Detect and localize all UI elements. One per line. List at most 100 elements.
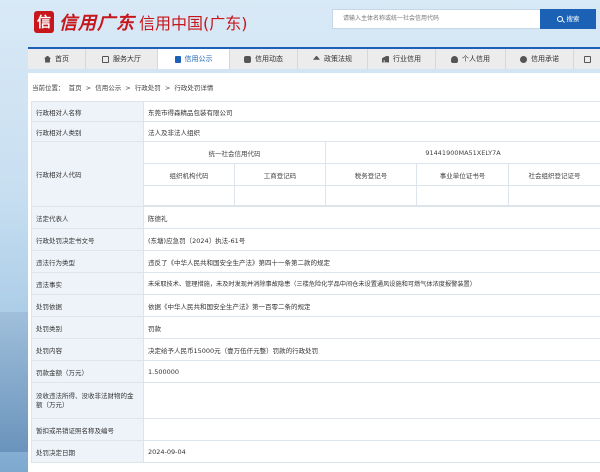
nav-item-share[interactable] bbox=[574, 49, 600, 69]
nav-item-home[interactable]: 首页 bbox=[28, 49, 86, 69]
legal-rep-label: 法定代表人 bbox=[31, 206, 144, 229]
nav-label: 个人信用 bbox=[462, 55, 490, 63]
table-row: 行政相对人代码 统一社会信用代码 91441900MA51XELY7A bbox=[31, 141, 600, 207]
user-icon bbox=[451, 55, 458, 63]
facts-label: 违法事实 bbox=[31, 272, 144, 295]
breadcrumb-separator: > bbox=[125, 84, 131, 92]
grid-icon bbox=[102, 55, 109, 63]
confiscate-label: 没收违法所得、没收非法财物的金额（万元） bbox=[31, 382, 144, 419]
table-row: 没收违法所得、没收非法财物的金额（万元） bbox=[31, 382, 600, 419]
tax-reg-value bbox=[325, 185, 417, 206]
org-code-value bbox=[143, 185, 235, 206]
amount-value: 1.500000 bbox=[142, 360, 600, 383]
amount-label: 罚款金额（万元） bbox=[31, 360, 144, 383]
name-value: 东莞市得森精品包装有限公司 bbox=[142, 101, 600, 122]
message-icon bbox=[244, 55, 251, 63]
table-row: 违法事实 未采取技术、管理措施，未及时发现并消除事故隐患（三楼危险化学品中间仓未… bbox=[31, 272, 600, 295]
nav-label: 信用公示 bbox=[184, 55, 213, 63]
code-label: 行政相对人代码 bbox=[31, 141, 144, 207]
date-label: 处罚决定日期 bbox=[31, 440, 144, 463]
table-row: 行政处罚决定书文号 (东塘)应急罚〔2024〕执法-61号 bbox=[31, 228, 600, 251]
nav-label: 服务大厅 bbox=[113, 55, 141, 63]
type-value: 法人及非法人组织 bbox=[142, 121, 600, 142]
main-nav: 首页 服务大厅 信用公示 信用动态 政策法规 行业信用 个人信用 信用承诺 bbox=[28, 47, 600, 69]
nav-item-credit-publicity[interactable]: 信用公示 bbox=[158, 49, 230, 69]
content-label: 处罚内容 bbox=[31, 338, 144, 361]
content-value: 决定给予人民币15000元（壹万伍仟元整）罚款的行政处罚 bbox=[142, 338, 600, 361]
breadcrumb-separator: > bbox=[164, 84, 171, 92]
institution-cert-header: 事业单位证书号 bbox=[416, 163, 509, 186]
search-input[interactable]: 请输入主体名称或统一社会信用代码 bbox=[332, 9, 540, 29]
table-row: 罚款金额（万元） 1.500000 bbox=[31, 360, 600, 383]
document-icon bbox=[174, 55, 181, 63]
name-label: 行政相对人名称 bbox=[31, 101, 144, 122]
breadcrumb-current: 行政处罚详情 bbox=[174, 84, 214, 92]
category-label: 处罚类别 bbox=[31, 316, 144, 339]
facts-value: 未采取技术、管理措施，未及时发现并消除事故隐患（三楼危险化学品中间仓未设置通风设… bbox=[142, 272, 600, 295]
nav-item-service-hall[interactable]: 服务大厅 bbox=[86, 49, 158, 69]
logo-mark-icon: 信 bbox=[34, 11, 54, 33]
violation-value: 违反了《中华人民共和国安全生产法》第四十一条第二款的规定 bbox=[142, 250, 600, 273]
tax-reg-header: 税务登记号 bbox=[325, 163, 417, 186]
bar-chart-icon bbox=[382, 55, 389, 63]
doc-no-value: (东塘)应急罚〔2024〕执法-61号 bbox=[142, 228, 600, 251]
confiscate-value bbox=[142, 382, 600, 419]
category-value: 罚款 bbox=[142, 316, 600, 339]
legal-rep-value: 陈德礼 bbox=[142, 206, 600, 229]
date-value: 2024-09-04 bbox=[142, 440, 600, 463]
org-code-header: 组织机构代码 bbox=[143, 163, 235, 186]
nav-item-credit-news[interactable]: 信用动态 bbox=[230, 49, 298, 69]
business-reg-value bbox=[234, 185, 326, 206]
basis-value: 依据《中华人民共和国安全生产法》第一百零二条的规定 bbox=[142, 294, 600, 317]
table-row: 行政相对人名称 东莞市得森精品包装有限公司 bbox=[31, 101, 600, 122]
logo-calligraphy: 信用广东 bbox=[59, 13, 135, 34]
breadcrumb: 当前位置： 首页 > 信用公示 > 行政处罚 > 行政处罚详情 bbox=[32, 82, 215, 92]
site-header: 信 信用广东 信用中国(广东) 请输入主体名称或统一社会信用代码 搜索 bbox=[0, 0, 600, 42]
doc-no-label: 行政处罚决定书文号 bbox=[31, 228, 144, 251]
nav-item-credit-commitment[interactable]: 信用承诺 bbox=[506, 49, 574, 69]
nav-label: 信用动态 bbox=[255, 55, 283, 63]
social-org-value bbox=[507, 185, 600, 206]
penalty-detail-table: 行政相对人名称 东莞市得森精品包装有限公司 行政相对人类别 法人及非法人组织 行… bbox=[31, 101, 600, 463]
uscc-header: 统一社会信用代码 bbox=[143, 141, 326, 164]
nav-label: 行业信用 bbox=[393, 55, 421, 63]
table-row: 法定代表人 陈德礼 bbox=[31, 206, 600, 229]
license-label: 暂扣或吊销证照名称及编号 bbox=[31, 418, 144, 441]
social-org-header: 社会组织登记证号 bbox=[507, 163, 600, 186]
search-button-label: 搜索 bbox=[566, 15, 580, 23]
table-row: 暂扣或吊销证照名称及编号 bbox=[31, 418, 600, 441]
site-logo[interactable]: 信 信用广东 信用中国(广东) bbox=[34, 9, 248, 35]
institution-cert-value bbox=[416, 185, 509, 206]
violation-label: 违法行为类型 bbox=[31, 250, 144, 273]
nav-item-industry-credit[interactable]: 行业信用 bbox=[368, 49, 436, 69]
table-row: 处罚类别 罚款 bbox=[31, 316, 600, 339]
basis-label: 处罚依据 bbox=[31, 294, 144, 317]
license-value bbox=[142, 418, 600, 441]
table-row: 违法行为类型 违反了《中华人民共和国安全生产法》第四十一条第二款的规定 bbox=[31, 250, 600, 273]
share-icon bbox=[583, 55, 591, 63]
search-icon bbox=[556, 16, 563, 22]
breadcrumb-credit-publicity[interactable]: 信用公示 bbox=[95, 84, 121, 92]
nav-item-policy[interactable]: 政策法规 bbox=[298, 49, 368, 69]
table-row: 处罚决定日期 2024-09-04 bbox=[31, 440, 600, 463]
main-content: 当前位置： 首页 > 信用公示 > 行政处罚 > 行政处罚详情 行政相对人名称 … bbox=[28, 73, 600, 472]
search-button[interactable]: 搜索 bbox=[540, 9, 596, 29]
nav-label: 首页 bbox=[55, 55, 69, 63]
uscc-value: 91441900MA51XELY7A bbox=[324, 141, 600, 164]
breadcrumb-home[interactable]: 首页 bbox=[69, 84, 82, 92]
breadcrumb-prefix: 当前位置： bbox=[32, 84, 65, 92]
table-row: 处罚依据 依据《中华人民共和国安全生产法》第一百零二条的规定 bbox=[31, 294, 600, 317]
nav-label: 政策法规 bbox=[324, 55, 352, 63]
type-label: 行政相对人类别 bbox=[31, 121, 144, 142]
breadcrumb-admin-penalty[interactable]: 行政处罚 bbox=[135, 84, 161, 92]
table-row: 行政相对人类别 法人及非法人组织 bbox=[31, 121, 600, 142]
house-icon bbox=[44, 55, 51, 63]
breadcrumb-separator: > bbox=[85, 84, 92, 92]
nav-label: 信用承诺 bbox=[531, 55, 559, 63]
scale-icon bbox=[313, 55, 320, 60]
table-row: 处罚内容 决定给予人民币15000元（壹万伍仟元整）罚款的行政处罚 bbox=[31, 338, 600, 361]
nav-item-personal-credit[interactable]: 个人信用 bbox=[436, 49, 506, 69]
logo-title: 信用中国(广东) bbox=[139, 14, 248, 33]
heart-icon bbox=[520, 55, 527, 63]
business-reg-header: 工商登记码 bbox=[234, 163, 326, 186]
